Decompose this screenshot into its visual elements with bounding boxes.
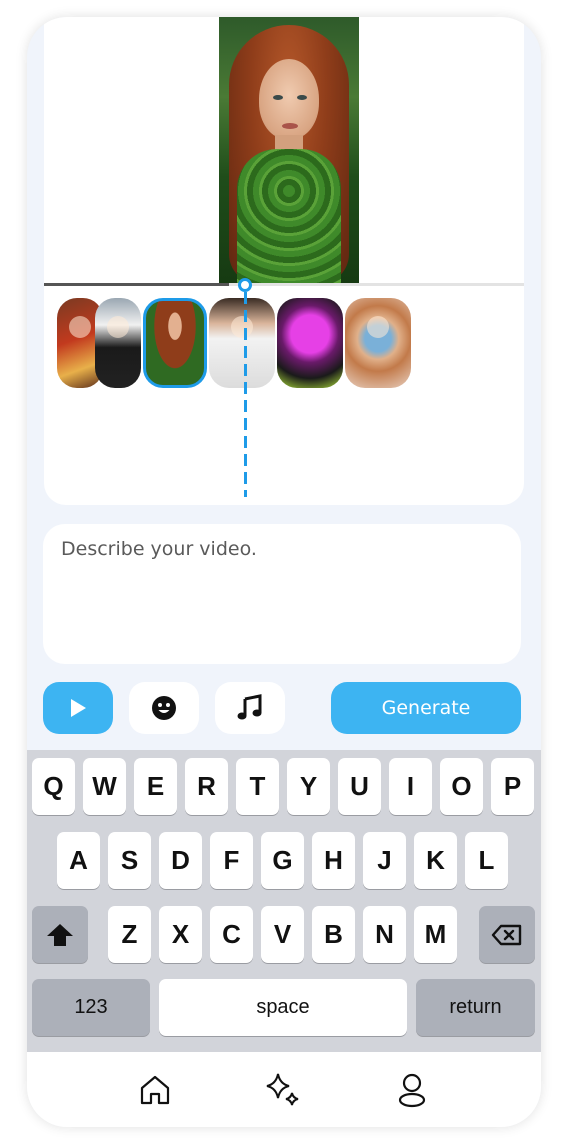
key-r[interactable]: R: [185, 758, 228, 815]
key-m[interactable]: M: [414, 906, 457, 963]
key-h[interactable]: H: [312, 832, 355, 889]
phone-frame: Generate Q W E R T Y U I O P A S D F G H…: [27, 17, 541, 1127]
video-preview[interactable]: [219, 17, 359, 284]
key-e[interactable]: E: [134, 758, 177, 815]
key-x[interactable]: X: [159, 906, 202, 963]
shift-icon: [47, 923, 73, 946]
prompt-box: [43, 524, 521, 664]
key-s[interactable]: S: [108, 832, 151, 889]
clip-thumbnail[interactable]: [277, 298, 343, 388]
numbers-key[interactable]: 123: [32, 979, 150, 1036]
nav-profile[interactable]: [392, 1070, 432, 1110]
video-description-input[interactable]: [43, 524, 521, 664]
key-c[interactable]: C: [210, 906, 253, 963]
clip-thumbnail[interactable]: [209, 298, 275, 388]
sparkles-icon: [266, 1073, 299, 1106]
space-key[interactable]: space: [159, 979, 407, 1036]
backspace-key[interactable]: [479, 906, 535, 963]
key-y[interactable]: Y: [287, 758, 330, 815]
clip-thumbnail-selected[interactable]: [143, 298, 207, 388]
emoji-icon: [152, 696, 176, 720]
key-t[interactable]: T: [236, 758, 279, 815]
key-k[interactable]: K: [414, 832, 457, 889]
play-icon: [71, 699, 86, 717]
key-d[interactable]: D: [159, 832, 202, 889]
profile-icon: [398, 1073, 426, 1108]
home-icon: [140, 1075, 170, 1105]
key-l[interactable]: L: [465, 832, 508, 889]
backspace-icon: [491, 924, 522, 945]
nav-home[interactable]: [135, 1070, 175, 1110]
key-f[interactable]: F: [210, 832, 253, 889]
key-o[interactable]: O: [440, 758, 483, 815]
shift-key[interactable]: [32, 906, 88, 963]
key-n[interactable]: N: [363, 906, 406, 963]
playhead-line: [244, 292, 247, 497]
key-b[interactable]: B: [312, 906, 355, 963]
key-a[interactable]: A: [57, 832, 100, 889]
generate-button[interactable]: Generate: [331, 682, 521, 734]
key-q[interactable]: Q: [32, 758, 75, 815]
key-p[interactable]: P: [491, 758, 534, 815]
key-v[interactable]: V: [261, 906, 304, 963]
key-u[interactable]: U: [338, 758, 381, 815]
timeline-track: [44, 283, 524, 286]
clip-thumbnail[interactable]: [95, 298, 141, 388]
music-button[interactable]: [215, 682, 285, 734]
key-i[interactable]: I: [389, 758, 432, 815]
clip-thumbnail[interactable]: [345, 298, 411, 388]
emoji-button[interactable]: [129, 682, 199, 734]
play-button[interactable]: [43, 682, 113, 734]
music-note-icon: [237, 694, 262, 720]
key-w[interactable]: W: [83, 758, 126, 815]
return-key[interactable]: return: [416, 979, 535, 1036]
key-g[interactable]: G: [261, 832, 304, 889]
nav-create[interactable]: [263, 1070, 303, 1110]
playhead-handle[interactable]: [238, 278, 252, 292]
key-z[interactable]: Z: [108, 906, 151, 963]
video-editor-card: [44, 17, 524, 505]
on-screen-keyboard: Q W E R T Y U I O P A S D F G H J K L Z …: [27, 750, 541, 1052]
key-j[interactable]: J: [363, 832, 406, 889]
bottom-nav: [27, 1052, 541, 1127]
